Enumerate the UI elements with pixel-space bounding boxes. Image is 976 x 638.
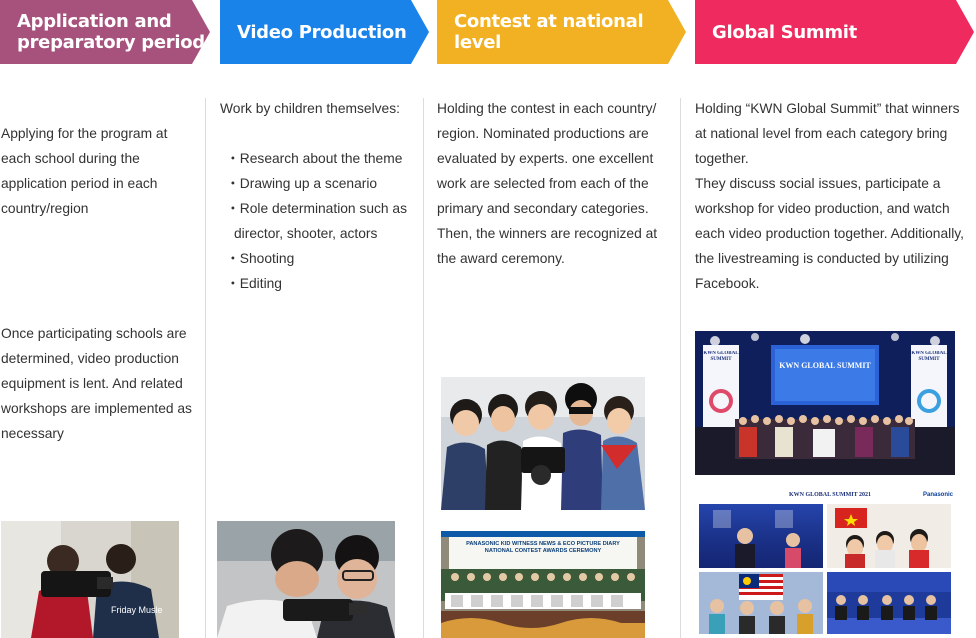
step-application-description: Applying for the program at each school …: [1, 96, 201, 471]
task-item: Role determination such as director, sho…: [220, 196, 414, 246]
step-global-summit-header: Global Summit: [695, 0, 974, 64]
online-summit-2021-photo: KWN GLOBAL SUMMIT 2021 Panasonic: [695, 488, 955, 638]
summit-side-banner-left: KWN GLOBAL SUMMIT: [703, 351, 739, 362]
step-application-header: Application and preparatory period: [0, 0, 210, 64]
step-contest-title: Contest at national level: [454, 11, 644, 53]
shirt-print: Friday Musle: [111, 605, 163, 615]
boys-camera-photo: [217, 521, 395, 638]
summit-screen-title: KWN GLOBAL SUMMIT: [779, 361, 871, 370]
column-divider: [680, 98, 681, 638]
task-item: Shooting: [220, 246, 420, 271]
step-video-production-description: Work by children themselves: Research ab…: [220, 96, 420, 296]
step-contest-description: Holding the contest in each country/ reg…: [437, 101, 658, 266]
application-paragraph: Once participating schools are determine…: [1, 326, 192, 441]
task-item: Editing: [220, 271, 420, 296]
global-summit-stage-photo: KWN GLOBAL SUMMIT KWN GLOBAL SUMMIT KWN …: [695, 331, 955, 475]
ceremony-banner-text: PANASONIC KID WITNESS NEWS & ECO PICTURE…: [466, 541, 620, 554]
application-paragraph: Applying for the program at each school …: [1, 126, 168, 216]
task-item: Research about the theme: [220, 146, 420, 171]
video-production-intro: Work by children themselves:: [220, 101, 400, 116]
step-contest-header: Contest at national level: [437, 0, 686, 64]
online-summit-brand: Panasonic: [922, 492, 953, 498]
video-production-task-list: Research about the theme Drawing up a sc…: [220, 146, 420, 296]
summit-side-banner-right: KWN GLOBAL SUMMIT: [911, 351, 947, 362]
students-camera-photo: Friday Musle: [1, 521, 179, 638]
step-global-summit-title: Global Summit: [712, 21, 857, 43]
column-divider: [423, 98, 424, 638]
step-global-summit-description: Holding “KWN Global Summit” that winners…: [695, 101, 964, 291]
step-video-production-header: Video Production: [220, 0, 429, 64]
step-video-production-title: Video Production: [237, 21, 407, 43]
column-divider: [205, 98, 206, 638]
task-item: Drawing up a scenario: [220, 171, 420, 196]
online-summit-header: KWN GLOBAL SUMMIT 2021: [788, 492, 872, 498]
step-application-title: Application and preparatory period: [17, 11, 205, 53]
children-thumbs-up-photo: [441, 377, 645, 510]
awards-ceremony-photo: PANASONIC KID WITNESS NEWS & ECO PICTURE…: [441, 531, 645, 638]
